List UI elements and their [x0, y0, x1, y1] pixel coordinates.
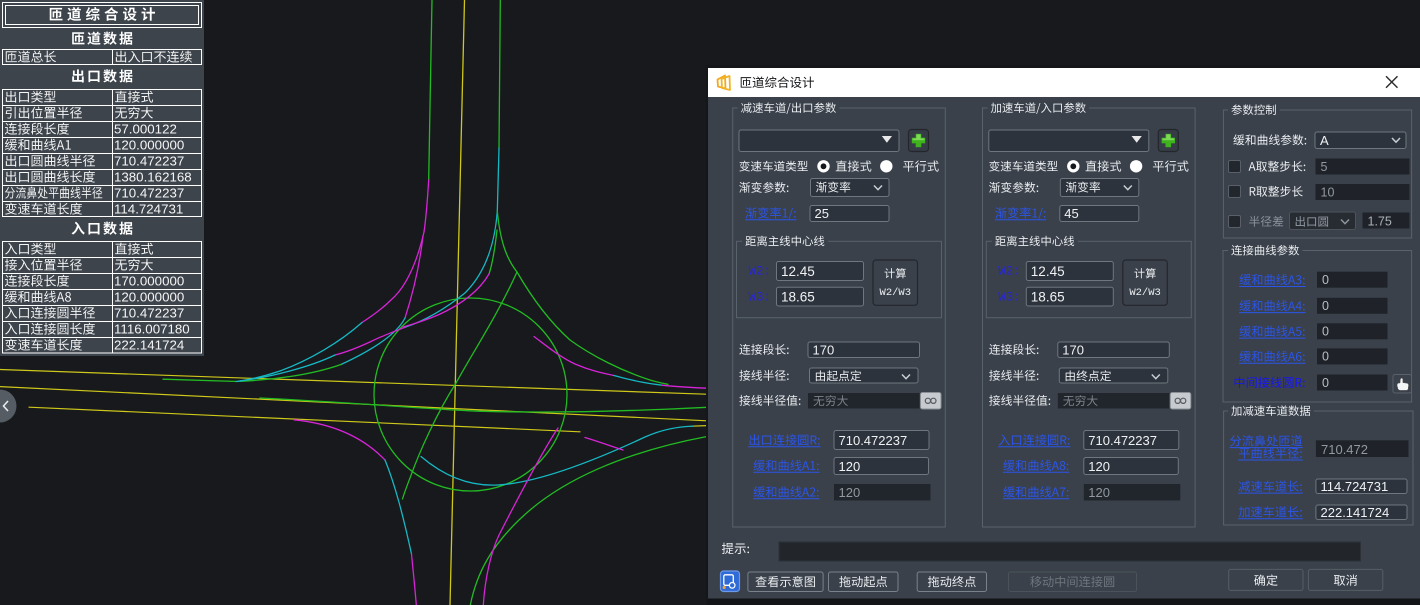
svg-text:25: 25 [815, 206, 829, 221]
svg-text:170: 170 [813, 342, 835, 357]
svg-text:A: A [1320, 133, 1329, 148]
svg-text:170.000000: 170.000000 [114, 274, 184, 289]
svg-text:1380.162168: 1380.162168 [114, 170, 192, 185]
svg-text:18.65: 18.65 [1031, 289, 1065, 304]
svg-text:120.000000: 120.000000 [114, 290, 184, 305]
svg-text:12.45: 12.45 [781, 264, 815, 279]
svg-text:W2:: W2: [749, 265, 772, 279]
svg-text:120: 120 [1088, 485, 1110, 500]
svg-text:5: 5 [1321, 160, 1328, 174]
svg-text:W3:: W3: [749, 291, 772, 305]
svg-text:W2:: W2: [998, 265, 1021, 279]
svg-text:0: 0 [1322, 273, 1329, 287]
svg-text:222.141724: 222.141724 [1321, 505, 1390, 520]
svg-text:0: 0 [1322, 376, 1329, 390]
svg-text:0: 0 [1322, 350, 1329, 364]
svg-text:710.472237: 710.472237 [1088, 433, 1157, 448]
svg-text:120: 120 [1088, 459, 1110, 474]
svg-text:710.472237: 710.472237 [114, 306, 184, 321]
svg-text:0: 0 [1322, 299, 1329, 313]
svg-text:710.472237: 710.472237 [839, 433, 908, 448]
svg-text:114.724731: 114.724731 [1321, 479, 1389, 494]
svg-text:12.45: 12.45 [1031, 264, 1065, 279]
svg-text:W2/W3: W2/W3 [1129, 287, 1161, 299]
svg-text:120.000000: 120.000000 [114, 138, 184, 153]
svg-text:10: 10 [1321, 186, 1335, 200]
svg-text:18.65: 18.65 [781, 289, 815, 304]
svg-text:57.000122: 57.000122 [114, 122, 177, 137]
svg-text:114.724731: 114.724731 [114, 202, 183, 217]
svg-text:1116.007180: 1116.007180 [114, 322, 190, 337]
svg-text:120: 120 [839, 459, 861, 474]
svg-text:45: 45 [1064, 206, 1078, 221]
svg-text:222.141724: 222.141724 [114, 338, 184, 353]
svg-text:W3:: W3: [998, 291, 1021, 305]
svg-text:1.75: 1.75 [1368, 214, 1392, 228]
svg-text:710.472: 710.472 [1321, 442, 1368, 457]
svg-text:710.472237: 710.472237 [114, 186, 184, 201]
svg-text:W2/W3: W2/W3 [880, 287, 912, 299]
svg-text:170: 170 [1062, 342, 1084, 357]
svg-text:120: 120 [839, 485, 861, 500]
svg-text:710.472237: 710.472237 [114, 154, 184, 169]
svg-text:0: 0 [1322, 325, 1329, 339]
